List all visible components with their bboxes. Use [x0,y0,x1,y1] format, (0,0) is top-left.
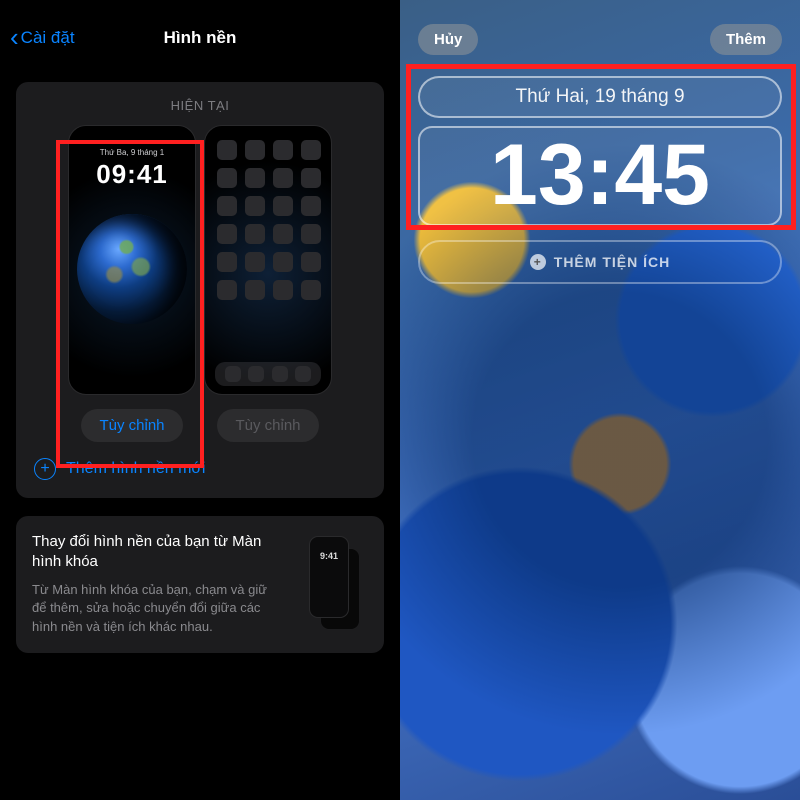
home-screen-preview-column: Tùy chỉnh [204,125,332,442]
app-icon [245,252,265,272]
app-icon [217,140,237,160]
add-button[interactable]: Thêm [710,24,782,55]
app-icon [217,196,237,216]
app-icon [245,168,265,188]
lock-screen-editor-panel: Hủy Thêm Thứ Hai, 19 tháng 9 13:45 + THÊ… [400,0,800,800]
plus-circle-icon: + [34,458,56,480]
back-label: Cài đặt [21,28,75,48]
app-icon [245,224,265,244]
mini-phone-illustration: 9:41 [290,536,368,637]
app-icon [273,196,293,216]
page-title: Hình nền [164,28,237,48]
date-widget[interactable]: Thứ Hai, 19 tháng 9 [418,76,782,118]
app-icon [248,366,264,382]
editor-top-actions: Hủy Thêm [418,24,782,55]
home-screen-preview[interactable] [204,125,332,395]
lock-screen-preview-column: Thứ Ba, 9 tháng 1 09:41 Tùy chỉnh [68,125,196,442]
app-icon [272,366,288,382]
app-icon [217,280,237,300]
time-widget[interactable]: 13:45 [418,126,782,226]
chevron-left-icon: ‹ [10,24,19,50]
time-text: 13:45 [420,128,780,224]
app-icon [245,280,265,300]
add-widgets-button[interactable]: + THÊM TIỆN ÍCH [418,240,782,284]
app-icon [301,280,321,300]
app-icon [217,168,237,188]
app-icon [245,196,265,216]
app-icon [295,366,311,382]
app-icon [301,224,321,244]
home-preview-app-grid [217,140,319,300]
app-icon [301,140,321,160]
app-icon [273,168,293,188]
lock-screen-elements: Thứ Hai, 19 tháng 9 13:45 + THÊM TIỆN ÍC… [418,76,782,284]
settings-wallpaper-panel: ‹ Cài đặt Hình nền HIỆN TẠI Thứ Ba, 9 th… [0,0,400,800]
mini-phone-time: 9:41 [310,551,348,561]
cancel-button[interactable]: Hủy [418,24,478,55]
app-icon [273,252,293,272]
current-section-label: HIỆN TẠI [30,98,370,113]
back-button[interactable]: ‹ Cài đặt [10,26,75,50]
app-icon [301,196,321,216]
home-preview-dock [215,362,321,386]
plus-icon: + [530,254,546,270]
add-widgets-label: THÊM TIỆN ÍCH [554,254,670,270]
lock-preview-time: 09:41 [69,159,195,190]
app-icon [225,366,241,382]
earth-icon [77,214,187,324]
app-icon [245,140,265,160]
add-new-wallpaper-button[interactable]: + Thêm hình nền mới [30,442,370,484]
current-wallpaper-card: HIỆN TẠI Thứ Ba, 9 tháng 1 09:41 Tùy chỉ… [16,82,384,498]
app-icon [217,252,237,272]
app-icon [301,168,321,188]
app-icon [273,224,293,244]
info-text: Thay đổi hình nền của bạn từ Màn hình kh… [32,532,276,637]
add-new-wallpaper-label: Thêm hình nền mới [66,460,205,478]
lock-preview-date: Thứ Ba, 9 tháng 1 [69,148,195,157]
app-icon [273,280,293,300]
customize-home-button[interactable]: Tùy chỉnh [217,409,318,442]
app-icon [301,252,321,272]
info-title: Thay đổi hình nền của bạn từ Màn hình kh… [32,532,276,573]
wallpaper-previews-row: Thứ Ba, 9 tháng 1 09:41 Tùy chỉnh [30,125,370,442]
app-icon [273,140,293,160]
customize-lock-button[interactable]: Tùy chỉnh [81,409,182,442]
app-icon [217,224,237,244]
info-body: Từ Màn hình khóa của bạn, chạm và giữ để… [32,581,276,638]
mini-phone-front: 9:41 [309,536,349,618]
nav-bar: ‹ Cài đặt Hình nền [0,0,400,60]
lock-screen-preview[interactable]: Thứ Ba, 9 tháng 1 09:41 [68,125,196,395]
change-from-lock-info-card: Thay đổi hình nền của bạn từ Màn hình kh… [16,516,384,653]
